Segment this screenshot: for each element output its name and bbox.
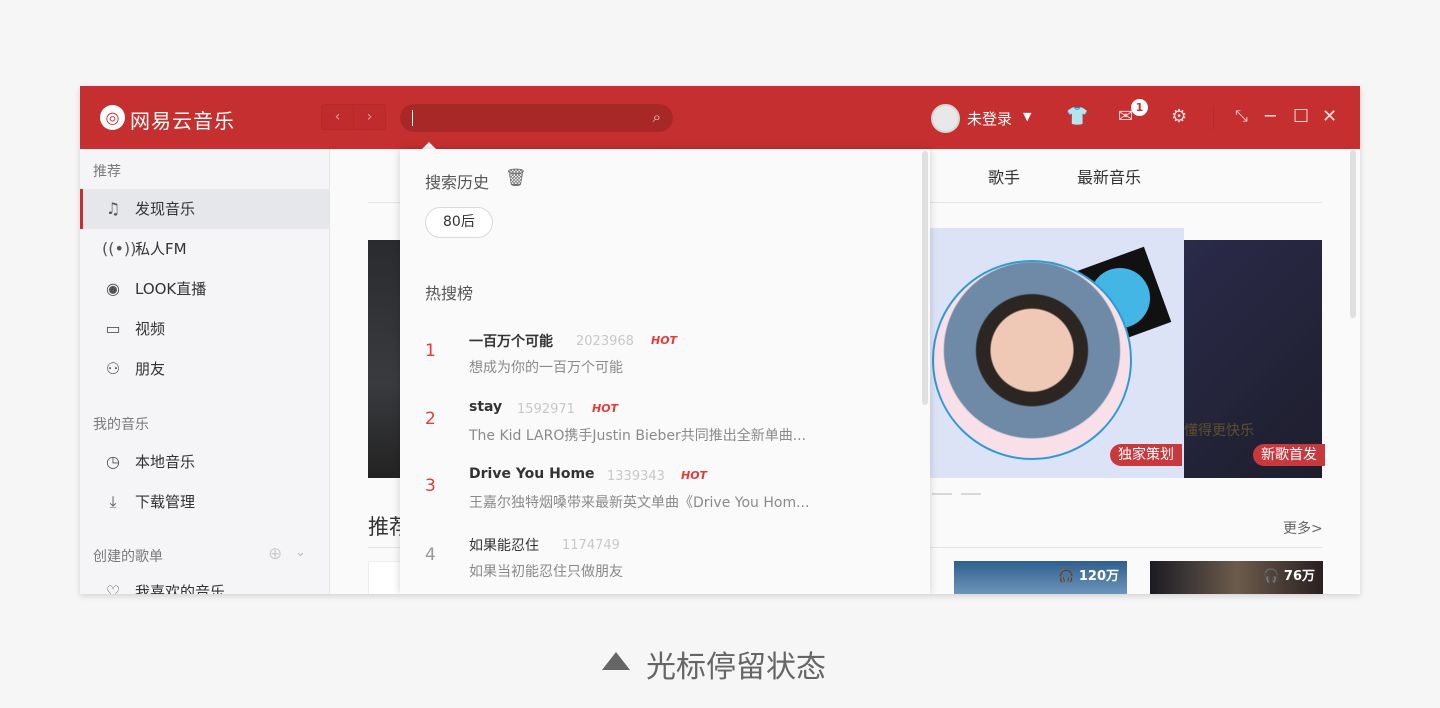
hot-badge: HOT [651,334,678,347]
clock-icon: ◷ [106,452,120,471]
banner-overlay-text: 懂得更快乐 [1184,423,1254,439]
dropdown-scrollbar[interactable] [922,151,928,405]
play-count: 🎧 76万 [1263,569,1315,584]
search-count: 1592971 [517,402,575,417]
song-desc: 想成为你的一百万个可能 [469,360,623,376]
tab-artists[interactable]: 歌手 [988,164,1020,188]
section-recommend: 推荐 [93,164,121,180]
banner-tag: 独家策划 [1110,444,1182,466]
sidebar-item-discover[interactable]: ♫ 发现音乐 [80,189,330,229]
forward-button[interactable]: › [353,104,386,130]
heart-icon: ♡ [105,582,121,594]
sidebar-item-friends[interactable]: ⚇ 朋友 [80,349,330,389]
song-desc: 王嘉尔独特烟嗓带来最新英文单曲《Drive You Hom... [469,495,810,511]
song-title: 一百万个可能 [469,334,553,350]
triangle-up-icon [602,652,630,670]
text-caret [412,110,413,126]
section-my-music: 我的音乐 [93,417,149,433]
gear-icon[interactable]: ⚙ [1171,106,1187,127]
hot-search-item[interactable]: 3 Drive You Home 1339343 HOT 王嘉尔独特烟嗓带来最新… [400,456,920,516]
hot-search-item[interactable]: 1 一百万个可能 2023968 HOT 想成为你的一百万个可能 [400,321,920,381]
sidebar-item-liked[interactable]: ♡ 我喜欢的音乐 [80,572,330,594]
title-bar: ◎ 网易云音乐 ‹ › ⌕ 未登录 ▼ 👕 ✉ 1 ⚙ ⤡ ─ ☐ ✕ [80,86,1360,149]
artist-photo [932,260,1132,460]
history-title: 搜索历史 [425,173,490,192]
mail-badge: 1 [1131,99,1148,116]
app-window: ◎ 网易云音乐 ‹ › ⌕ 未登录 ▼ 👕 ✉ 1 ⚙ ⤡ ─ ☐ ✕ 推荐 ♫… [80,86,1360,594]
add-playlist-icon[interactable]: ⊕ [268,544,282,564]
carousel-dot[interactable] [932,493,952,495]
skin-shirt-icon[interactable]: 👕 [1066,106,1088,127]
minimize-icon[interactable]: ─ [1265,106,1276,127]
hot-search-item[interactable]: 2 stay 1592971 HOT The Kid LARO携手Justin … [400,389,920,449]
section-playlists: 创建的歌单 [93,549,163,565]
sidebar-item-local[interactable]: ◷ 本地音乐 [80,442,330,482]
sidebar-item-label: 朋友 [135,360,166,378]
song-title: stay [469,399,503,415]
rank: 1 [425,341,436,361]
banner-image[interactable]: 懂得更快乐 [1184,240,1322,478]
dropdown-pointer [422,142,436,149]
search-icon[interactable]: ⌕ [653,108,661,126]
video-icon: ▭ [105,319,121,338]
more-link[interactable]: 更多> [1283,518,1323,538]
rank: 3 [425,476,436,496]
play-count: 🎧 120万 [1058,569,1119,584]
radio-icon: ((•)) [102,239,137,258]
sidebar: 推荐 ♫ 发现音乐 ((•)) 私人FM ◉ LOOK直播 ▭ 视频 ⚇ 朋友 我的音乐 … [80,149,330,594]
song-title: 如果能忍住 [469,538,539,554]
search-count: 1174749 [562,538,620,553]
carousel-dot[interactable] [961,493,981,495]
hot-badge: HOT [592,402,619,415]
rank: 2 [425,409,436,429]
playlist-card[interactable]: 🎧 120万 [954,561,1127,594]
rank: 4 [425,545,436,565]
hot-search-item[interactable]: 4 如果能忍住 1174749 如果当初能忍住只做朋友 [400,525,920,585]
banner-image[interactable]: 独家策划 [930,228,1184,478]
live-icon: ◉ [106,279,120,298]
search-count: 2023968 [576,334,634,349]
divider [1213,106,1214,130]
search-count: 1339343 [607,469,665,484]
search-input[interactable]: ⌕ [400,104,673,132]
sidebar-item-label: 我喜欢的音乐 [135,583,226,594]
friends-icon: ⚇ [105,359,121,378]
mini-mode-icon[interactable]: ⤡ [1235,106,1248,126]
close-icon[interactable]: ✕ [1322,106,1337,127]
song-desc: The Kid LARO携手Justin Bieber共同推出全新单曲... [469,428,807,444]
sidebar-item-label: 本地音乐 [135,453,196,471]
tab-new-music[interactable]: 最新音乐 [1077,164,1141,188]
sidebar-item-fm[interactable]: ((•)) 私人FM [80,229,330,269]
caption: 光标停留状态 [646,650,826,685]
app-name: 网易云音乐 [130,109,235,133]
trash-icon[interactable]: 🗑 [505,168,527,188]
search-suggestions-dropdown: 搜索历史 🗑 80后 热搜榜 1 一百万个可能 2023968 HOT 想成为你… [400,149,930,594]
caret-down-icon[interactable]: ▼ [1023,110,1031,123]
sidebar-item-label: 发现音乐 [135,200,196,218]
sidebar-item-label: 视频 [135,320,166,338]
main-scrollbar[interactable] [1350,150,1356,318]
hot-badge: HOT [681,469,708,482]
download-icon: ⤓ [109,492,117,511]
sidebar-item-label: LOOK直播 [135,280,207,298]
banner-tag: 新歌首发 [1253,444,1325,466]
netease-logo-icon: ◎ [100,105,125,130]
song-title: Drive You Home [469,466,595,482]
history-chip[interactable]: 80后 [425,207,493,238]
chevron-down-icon[interactable]: ⌄ [295,545,306,560]
avatar[interactable] [931,104,960,133]
music-note-icon: ♫ [105,199,121,218]
sidebar-item-downloads[interactable]: ⤓ 下载管理 [80,482,330,522]
sidebar-item-label: 下载管理 [135,493,196,511]
song-desc: 如果当初能忍住只做朋友 [469,564,623,580]
playlist-card[interactable]: 🎧 76万 [1150,561,1323,594]
sidebar-item-label: 私人FM [135,240,187,258]
hot-search-title: 热搜榜 [425,284,474,303]
sidebar-item-look[interactable]: ◉ LOOK直播 [80,269,330,309]
back-button[interactable]: ‹ [321,104,354,130]
login-link[interactable]: 未登录 [967,108,1012,129]
maximize-icon[interactable]: ☐ [1293,106,1309,127]
sidebar-item-video[interactable]: ▭ 视频 [80,309,330,349]
